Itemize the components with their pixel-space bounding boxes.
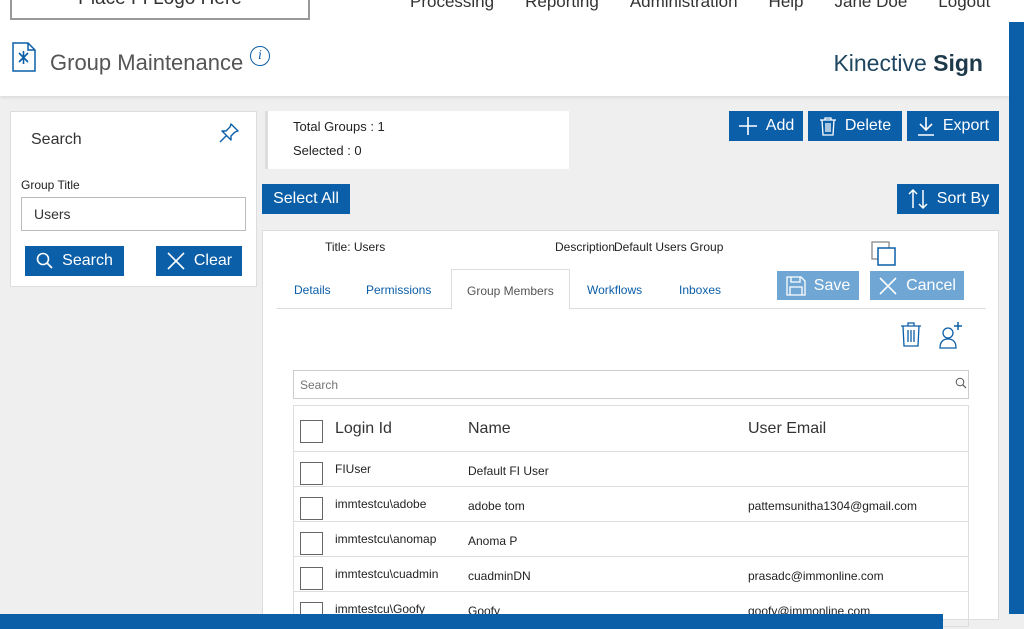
trash-icon[interactable] [900,321,922,347]
brand-light: Kinective [833,50,927,76]
nav-item-user[interactable]: Jane Doe [835,0,908,12]
search-icon[interactable] [955,377,967,389]
clear-button[interactable]: Clear [156,246,242,276]
nav-item-help[interactable]: Help [769,0,804,12]
add-button[interactable]: Add [729,111,803,141]
row-checkbox[interactable] [300,462,323,485]
table-header: Login Id Name User Email [294,406,968,451]
group-description-label: Description [555,240,615,254]
sort-by-button[interactable]: Sort By [897,184,999,214]
delete-button-label: Delete [844,117,892,134]
group-title-text: Title: Users [325,240,386,254]
export-button-label: Export [942,117,990,134]
cell-login: immtestcu\cuadmin [335,567,439,581]
table-row[interactable]: FIUser Default FI User [294,451,968,486]
cell-email: prasadc@immonline.com [748,569,884,583]
cell-login: FIUser [335,462,371,476]
nav-menu: Processing Reporting Administration Help… [410,0,1021,12]
sort-icon [908,188,928,210]
add-button-label: Add [765,117,795,134]
copy-icon[interactable] [870,240,898,268]
group-counts: Total Groups : 1 Selected : 0 [265,111,569,169]
info-icon[interactable]: i [250,46,270,66]
group-title-label: Group Title [21,178,80,192]
column-header-email[interactable]: User Email [748,420,826,438]
column-header-name[interactable]: Name [468,420,511,438]
members-table: Login Id Name User Email FIUser Default … [293,405,969,627]
table-row[interactable]: immtestcu\cuadmin cuadminDN prasadc@immo… [294,556,968,591]
tab-permissions[interactable]: Permissions [366,283,431,297]
row-checkbox[interactable] [300,532,323,555]
download-icon [917,117,934,136]
select-all-checkbox[interactable] [300,420,323,443]
tab-workflows[interactable]: Workflows [587,283,642,297]
brand-logo: Kinective Sign [833,50,983,77]
cell-name: cuadminDN [468,569,531,583]
selected-count: Selected : 0 [293,143,362,158]
group-description-value: Default Users Group [614,240,724,254]
total-groups: Total Groups : 1 [293,119,385,134]
search-button[interactable]: Search [25,246,124,276]
top-nav: Place FI Logo Here Processing Reporting … [0,0,1024,28]
cell-email: pattemsunitha1304@gmail.com [748,499,917,513]
save-button-label: Save [813,276,851,294]
document-icon [12,42,36,72]
page-header: Group Maintenance i Kinective Sign [0,28,1009,96]
delete-button[interactable]: Delete [808,111,902,141]
page-title: Group Maintenance [50,50,244,75]
nav-item-administration[interactable]: Administration [630,0,738,12]
row-checkbox[interactable] [300,567,323,590]
row-checkbox[interactable] [300,497,323,520]
add-user-icon[interactable] [938,321,964,349]
members-search-input[interactable] [293,370,969,399]
brand-bold: Sign [933,50,983,76]
search-panel-title: Search [31,131,82,148]
nav-item-processing[interactable]: Processing [410,0,494,12]
save-icon [786,275,806,296]
cell-login: immtestcu\anomap [335,532,437,546]
cell-name: adobe tom [468,499,525,513]
plus-icon [738,117,757,135]
select-all-label: Select All [273,190,339,207]
nav-item-logout[interactable]: Logout [938,0,990,12]
tab-group-members[interactable]: Group Members [451,269,570,310]
cell-name: Anoma P [468,534,518,548]
search-panel: Search Group Title Search Clear [10,111,257,287]
group-card: Title: Users Description Default Users G… [262,230,999,627]
table-row[interactable]: immtestcu\anomap Anoma P [294,521,968,556]
trash-icon [819,117,836,136]
tab-inboxes[interactable]: Inboxes [679,283,721,297]
export-button[interactable]: Export [907,111,999,141]
save-button[interactable]: Save [777,271,859,300]
close-icon [167,252,185,270]
column-header-login[interactable]: Login Id [335,420,392,438]
right-scroll-bar[interactable] [1009,22,1024,614]
nav-item-reporting[interactable]: Reporting [525,0,599,12]
tab-details[interactable]: Details [294,283,331,297]
cancel-button[interactable]: Cancel [870,271,964,300]
logo-placeholder: Place FI Logo Here [10,0,310,20]
table-row[interactable]: immtestcu\adobe adobe tom pattemsunitha1… [294,486,968,521]
cell-name: Default FI User [468,464,549,478]
clear-button-label: Clear [193,252,233,269]
pin-icon[interactable] [217,121,241,145]
search-icon [36,252,53,269]
select-all-button[interactable]: Select All [262,184,350,214]
sort-by-label: Sort By [936,190,990,207]
bottom-bar [0,614,943,629]
search-button-label: Search [62,252,113,269]
close-icon [879,276,897,295]
cell-login: immtestcu\adobe [335,497,427,511]
cancel-button-label: Cancel [906,276,956,294]
group-title-input[interactable] [21,197,246,231]
